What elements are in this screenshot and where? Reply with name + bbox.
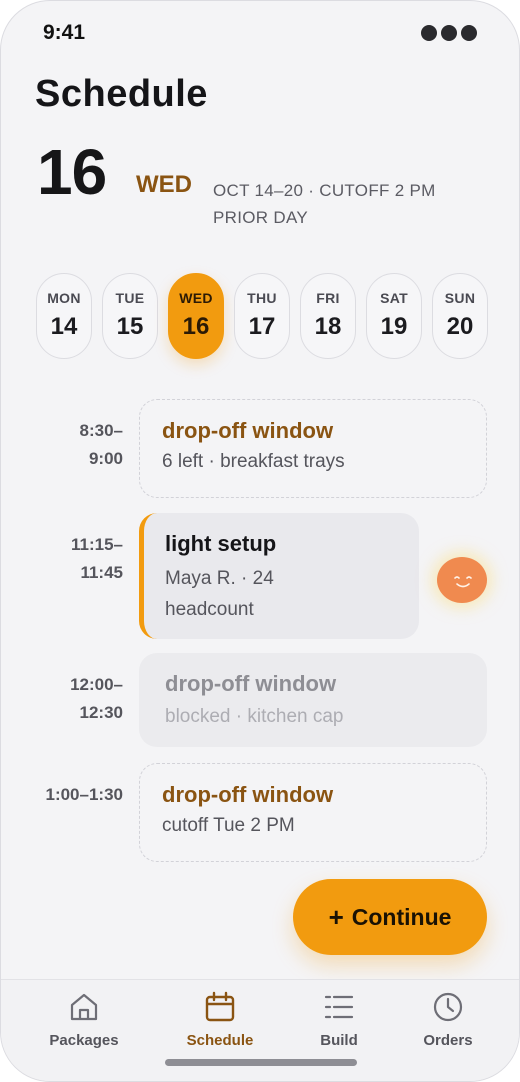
selected-day-number: 16 — [37, 136, 107, 208]
slot-time-label: 12:00– 12:30 — [70, 675, 123, 722]
slot-drop-off-window[interactable]: drop-off window 6 left · breakfast trays — [139, 399, 487, 498]
day-pill-sat[interactable]: SAT 19 — [366, 273, 422, 359]
nav-label: Build — [320, 1032, 358, 1049]
day-date: 15 — [116, 313, 144, 340]
day-name: FRI — [316, 290, 340, 306]
day-name: SAT — [380, 290, 408, 306]
slot-light-setup[interactable]: light setup Maya R. · 24 headcount — [139, 513, 419, 639]
day-pill-sun[interactable]: SUN 20 — [432, 273, 488, 359]
nav-label: Packages — [49, 1032, 119, 1049]
continue-label: Continue — [351, 903, 452, 930]
slot-subtitle: blocked · kitchen cap — [165, 706, 344, 727]
slot-title: drop-off window — [162, 782, 334, 807]
day-name: WED — [179, 290, 213, 306]
status-time: 9:41 — [43, 21, 86, 44]
slot-time-label: 1:00–1:30 — [45, 785, 123, 804]
slot-subtitle: 6 left · breakfast trays — [162, 451, 345, 472]
nav-item-packages[interactable]: Packages — [29, 990, 139, 1049]
day-pill-wed[interactable]: WED 16 — [168, 273, 224, 359]
home-indicator[interactable] — [165, 1059, 357, 1066]
nav-item-build[interactable]: Build — [284, 990, 394, 1049]
day-date: 18 — [314, 313, 342, 340]
day-date: 17 — [248, 313, 276, 340]
week-cutoff-info: OCT 14–20 · CUTOFF 2 PM PRIOR DAY — [213, 181, 436, 227]
slot-time-label: 8:30– 9:00 — [79, 421, 123, 468]
day-picker: MON 14 TUE 15 WED 16 THU 17 FRI 18 SAT 1… — [36, 273, 488, 359]
day-name: THU — [247, 290, 277, 306]
slot-blocked: drop-off window blocked · kitchen cap — [139, 653, 487, 747]
day-pill-thu[interactable]: THU 17 — [234, 273, 290, 359]
selected-day-of-week: WED — [136, 171, 192, 198]
phone-screen: 9:41 Schedule 16 WED OCT 14–20 · CUTOFF … — [0, 0, 520, 1082]
day-pill-mon[interactable]: MON 14 — [36, 273, 92, 359]
slot-time-label: 11:15– 11:45 — [71, 535, 123, 582]
clock-icon — [433, 992, 463, 1022]
day-date: 14 — [50, 313, 78, 340]
slot-drop-off-window[interactable]: drop-off window cutoff Tue 2 PM — [139, 763, 487, 862]
day-date: 16 — [182, 313, 210, 340]
slot-subtitle: Maya R. · 24 headcount — [165, 568, 274, 620]
nav-item-orders[interactable]: Orders — [393, 990, 503, 1049]
day-name: MON — [47, 290, 81, 306]
nav-item-schedule[interactable]: Schedule — [165, 990, 275, 1049]
slot-title: drop-off window — [165, 671, 337, 696]
continue-button[interactable]: + Continue — [293, 879, 487, 955]
slot-title: drop-off window — [162, 418, 334, 443]
day-date: 20 — [446, 313, 474, 340]
smiley-face-icon — [454, 576, 472, 588]
day-pill-tue[interactable]: TUE 15 — [102, 273, 158, 359]
slot-subtitle: cutoff Tue 2 PM — [162, 815, 295, 836]
status-dots-icon — [421, 25, 477, 41]
day-pill-fri[interactable]: FRI 18 — [300, 273, 356, 359]
day-name: SUN — [444, 290, 476, 306]
list-icon — [324, 995, 354, 1019]
day-date: 19 — [380, 313, 408, 340]
avatar[interactable] — [437, 557, 487, 603]
calendar-icon — [205, 991, 235, 1022]
day-name: TUE — [115, 290, 145, 306]
home-icon — [70, 993, 98, 1021]
bottom-nav: Packages Schedule Build Orders — [1, 979, 519, 1081]
plus-icon: + — [328, 901, 344, 932]
page-title: Schedule — [35, 73, 208, 115]
slot-title: light setup — [165, 531, 277, 556]
nav-label: Schedule — [186, 1032, 254, 1049]
nav-label: Orders — [423, 1032, 473, 1049]
